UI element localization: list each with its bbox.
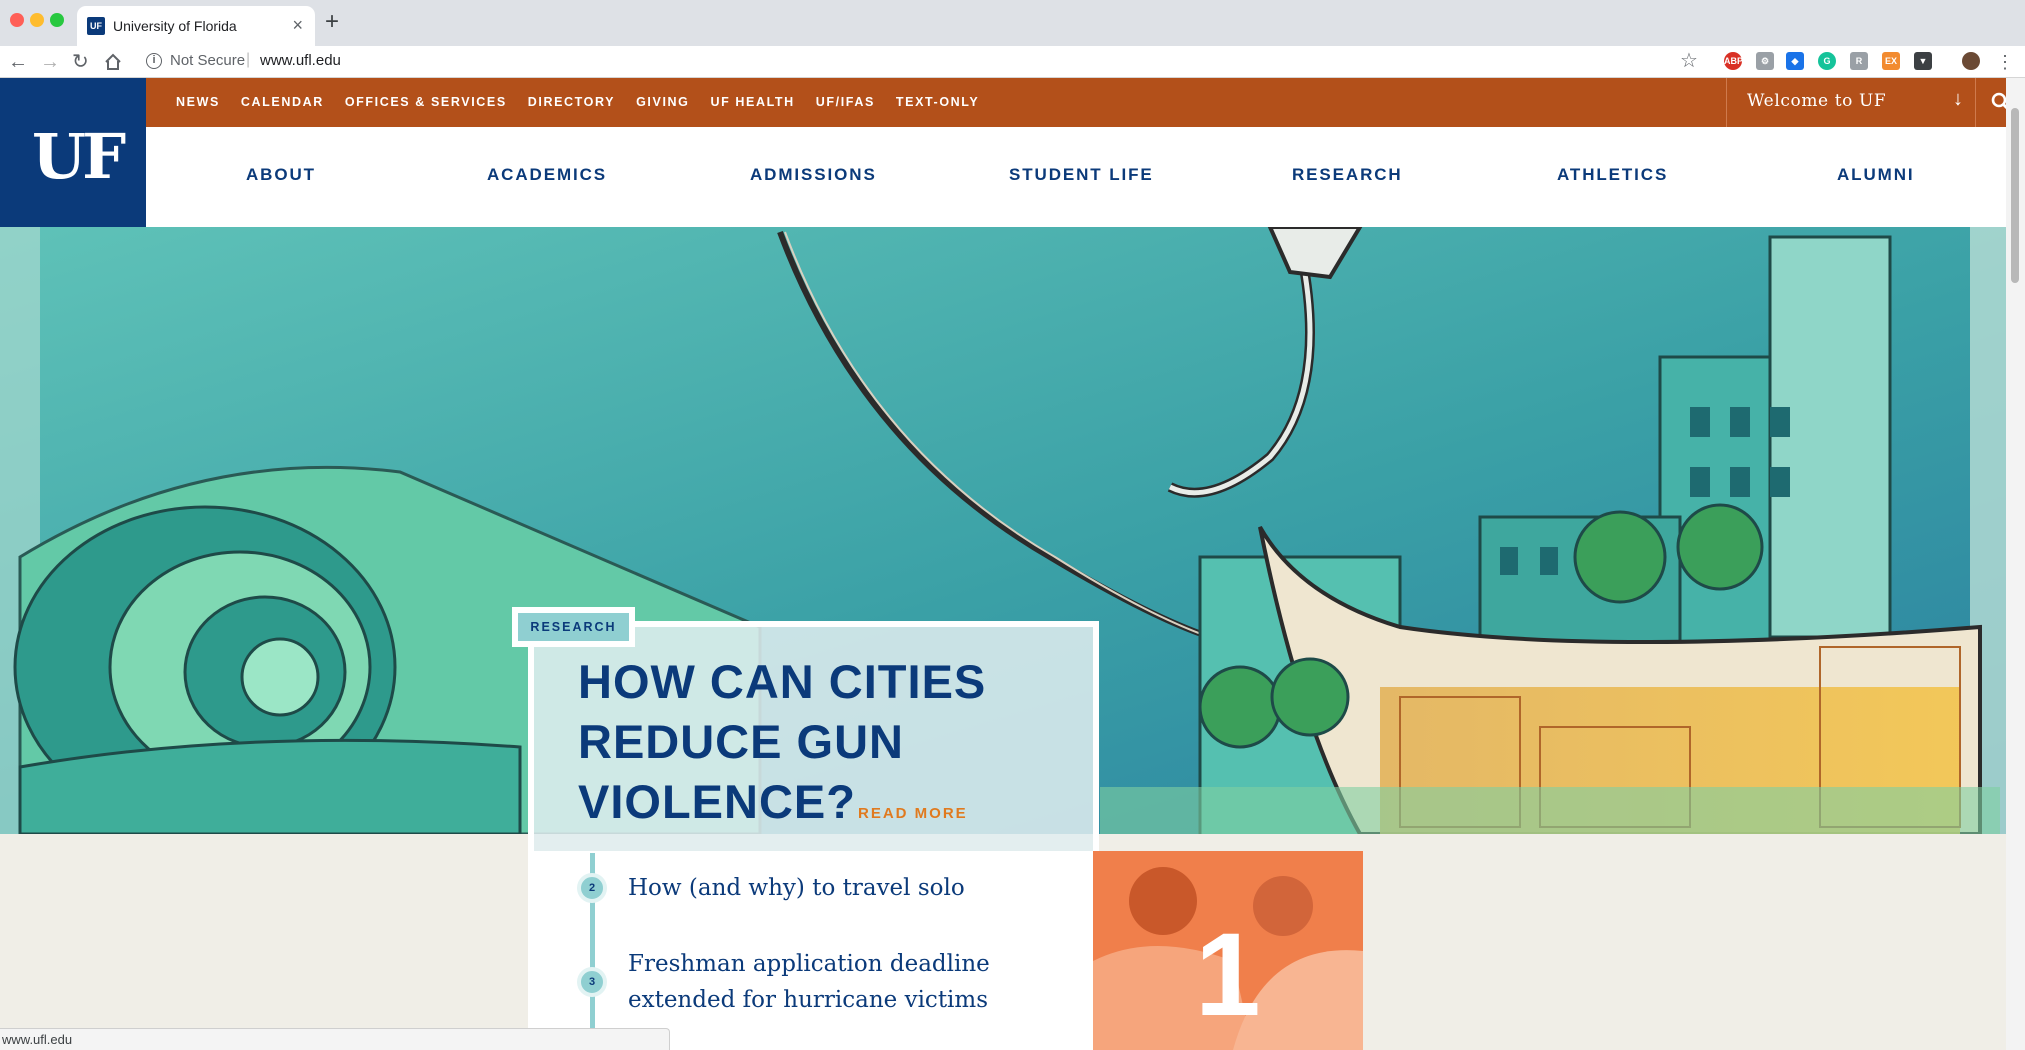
menu-icon[interactable]: ⋮ — [1996, 48, 2014, 76]
status-url: www.ufl.edu — [2, 1032, 73, 1047]
status-bar: www.ufl.edu — [0, 1028, 670, 1050]
close-tab-icon[interactable]: × — [292, 15, 303, 36]
back-icon[interactable]: ← — [8, 48, 28, 76]
nav-student-life[interactable]: STUDENT LIFE — [1009, 165, 1154, 185]
url-text[interactable]: www.ufl.edu — [260, 52, 341, 69]
profile-avatar[interactable] — [1962, 52, 1980, 70]
browser-tab-bar: UF University of Florida × + — [0, 0, 2025, 46]
nav-directory[interactable]: DIRECTORY — [528, 95, 615, 109]
nav-alumni[interactable]: ALUMNI — [1837, 165, 1915, 185]
logo-text: UF — [32, 120, 126, 193]
security-label: Not Secure — [170, 52, 246, 69]
home-icon[interactable] — [104, 48, 122, 79]
feature-headline[interactable]: HOW CAN CITIES REDUCE GUN VIOLENCE? — [578, 652, 1078, 832]
minimize-window-button[interactable] — [30, 13, 44, 27]
nav-uf-ifas[interactable]: UF/IFAS — [816, 95, 875, 109]
address-bar[interactable]: i Not Secure | www.ufl.edu — [142, 47, 1702, 75]
welcome-label: Welcome to UF — [1747, 91, 1887, 111]
photo-rank-number: 1 — [1195, 909, 1261, 1041]
abp-icon[interactable]: ABP — [1724, 52, 1743, 70]
nav-research[interactable]: RESEARCH — [1292, 165, 1403, 185]
uf-logo[interactable]: UF — [0, 78, 146, 227]
browser-toolbar: ← → ↻ i Not Secure | www.ufl.edu ☆ ABP ⚙… — [0, 46, 2025, 78]
page-scrollbar[interactable] — [2006, 78, 2025, 1050]
story-link[interactable]: How (and why) to travel solo — [628, 870, 1048, 906]
category-tag[interactable]: RESEARCH — [512, 607, 635, 647]
nav-calendar[interactable]: CALENDAR — [241, 95, 324, 109]
separator: | — [246, 51, 251, 68]
nav-giving[interactable]: GIVING — [636, 95, 689, 109]
grammarly-icon[interactable]: G — [1818, 52, 1836, 70]
arrow-down-icon: ↓ — [1953, 88, 1963, 110]
new-tab-icon[interactable]: + — [325, 8, 339, 36]
bookmark-star-icon[interactable]: ☆ — [1680, 48, 1698, 73]
nav-about[interactable]: ABOUT — [246, 165, 316, 185]
utility-nav: NEWS CALENDAR OFFICES & SERVICES DIRECTO… — [176, 95, 1000, 109]
browser-tab[interactable]: UF University of Florida × — [77, 6, 315, 46]
story-link[interactable]: Freshman application deadline extended f… — [628, 946, 1068, 1018]
read-more-link[interactable]: READ MORE — [858, 805, 968, 822]
nav-athletics[interactable]: ATHLETICS — [1557, 165, 1668, 185]
extension-icon[interactable]: ⚙ — [1756, 52, 1774, 70]
nav-news[interactable]: NEWS — [176, 95, 220, 109]
scrollbar-thumb[interactable] — [2011, 108, 2019, 283]
reader-icon[interactable]: R — [1850, 52, 1868, 70]
maximize-window-button[interactable] — [50, 13, 64, 27]
shield-icon[interactable]: ◆ — [1786, 52, 1804, 70]
reload-icon[interactable]: ↻ — [72, 48, 89, 76]
category-tag-label: RESEARCH — [518, 613, 629, 641]
story-number-badge: 3 — [577, 967, 607, 997]
forward-icon[interactable]: → — [40, 48, 60, 76]
utility-nav-bar: NEWS CALENDAR OFFICES & SERVICES DIRECTO… — [146, 78, 2025, 127]
story-number-badge: 2 — [577, 873, 607, 903]
info-icon[interactable]: i — [146, 53, 162, 69]
nav-uf-health[interactable]: UF HEALTH — [710, 95, 794, 109]
nav-academics[interactable]: ACADEMICS — [487, 165, 607, 185]
pocket-icon[interactable]: ▼ — [1914, 52, 1932, 70]
nav-text-only[interactable]: TEXT-ONLY — [896, 95, 979, 109]
main-nav: ABOUT ACADEMICS ADMISSIONS STUDENT LIFE … — [146, 127, 2006, 227]
tab-title: University of Florida — [113, 18, 237, 34]
close-window-button[interactable] — [10, 13, 24, 27]
nav-offices-services[interactable]: OFFICES & SERVICES — [345, 95, 507, 109]
welcome-dropdown[interactable]: Welcome to UF ↓ — [1726, 78, 1976, 127]
ex-icon[interactable]: EX — [1882, 52, 1900, 70]
favicon-icon: UF — [87, 17, 105, 35]
nav-admissions[interactable]: ADMISSIONS — [750, 165, 877, 185]
